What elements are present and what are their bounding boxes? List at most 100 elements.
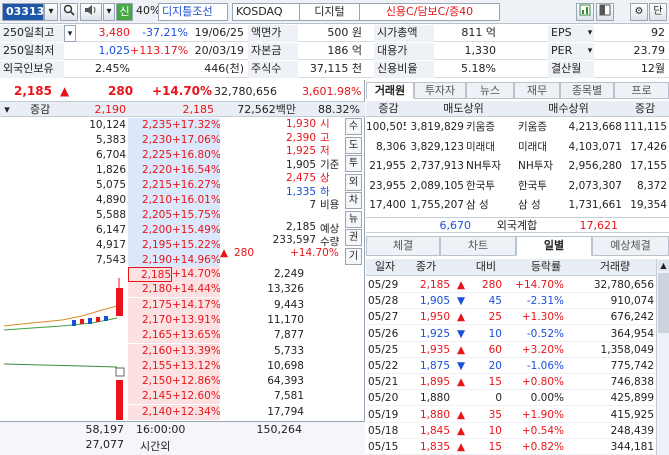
daily-row[interactable]: 05/19 1,880 ▲ 35 +1.90% 415,925 bbox=[366, 407, 656, 423]
code-dropdown-icon[interactable]: ▾ bbox=[44, 3, 58, 21]
daily-rate: +1.30% bbox=[521, 311, 564, 324]
ask-price[interactable]: 2,235 bbox=[128, 118, 172, 133]
lower-tab-4[interactable]: 예상체결 bbox=[592, 236, 669, 256]
gear-icon[interactable]: ⚙ bbox=[630, 3, 648, 21]
bid-price[interactable]: 2,155 bbox=[128, 358, 172, 374]
side-tab[interactable]: 외 bbox=[345, 173, 362, 191]
bid-qty: 13,326 bbox=[267, 283, 304, 296]
bid-qty: 10,698 bbox=[267, 359, 304, 372]
daily-row[interactable]: 05/28 1,905 ▼ 45 -2.31% 910,074 bbox=[366, 293, 656, 310]
bid-price[interactable]: 2,170 bbox=[128, 312, 172, 328]
side-tab[interactable]: 뉴 bbox=[345, 210, 362, 228]
broker-buy-name[interactable]: NH투자 bbox=[518, 157, 564, 175]
bid-price[interactable]: 2,185 bbox=[128, 267, 172, 282]
scroll-up-icon[interactable]: ▲ bbox=[658, 260, 669, 271]
broker-header-top-sell: 매도상위 bbox=[411, 101, 516, 117]
lower-tab-1[interactable]: 체결 bbox=[366, 236, 440, 256]
broker-sell-name[interactable]: 한국투 bbox=[466, 177, 516, 195]
daily-row[interactable]: 05/21 1,895 ▲ 15 +0.80% 746,838 bbox=[366, 374, 656, 391]
side-tab[interactable]: 수 bbox=[345, 118, 362, 135]
daily-row[interactable]: 05/29 2,185 ▲ 280 +14.70% 32,780,656 bbox=[366, 277, 656, 293]
daily-rate: +1.90% bbox=[521, 408, 564, 421]
foreign-total-label: 외국계합 bbox=[496, 219, 538, 232]
daily-scrollbar[interactable]: ▲ bbox=[656, 259, 669, 455]
chart-toggle-icon[interactable] bbox=[576, 3, 594, 21]
lower-tab-3[interactable]: 일별 bbox=[516, 236, 592, 256]
ask-qty: 5,075 bbox=[95, 179, 126, 191]
info-dropdown-icon[interactable]: ▾ bbox=[585, 43, 595, 60]
daily-row[interactable]: 05/15 1,835 ▲ 15 +0.82% 344,181 bbox=[366, 439, 656, 455]
broker-buy-change: 17,426 bbox=[630, 140, 667, 153]
search-icon[interactable] bbox=[60, 3, 78, 21]
daily-row[interactable]: 05/26 1,925 ▼ 10 -0.52% 364,954 bbox=[366, 326, 656, 342]
daily-row[interactable]: 05/22 1,875 ▼ 20 -1.06% 775,742 bbox=[366, 358, 656, 374]
broker-sell-name[interactable]: NH투자 bbox=[466, 157, 516, 175]
tab-1[interactable]: 거래원 bbox=[366, 82, 414, 99]
total-volume: 32,780,656 bbox=[214, 85, 277, 98]
bid-price[interactable]: 2,160 bbox=[128, 343, 172, 359]
bid-price[interactable]: 2,145 bbox=[128, 389, 172, 405]
period-dropdown-icon[interactable]: ▾ bbox=[64, 25, 76, 42]
header-ratio: 88.32% bbox=[318, 103, 360, 116]
tab-5[interactable]: 종목별 bbox=[560, 82, 614, 99]
broker-buy-change: 8,372 bbox=[636, 179, 667, 192]
speaker-icon[interactable] bbox=[80, 3, 102, 21]
daily-row[interactable]: 05/27 1,950 ▲ 25 +1.30% 676,242 bbox=[366, 309, 656, 326]
side-tab[interactable]: 도 bbox=[345, 136, 362, 154]
daily-rate: +14.70% bbox=[515, 279, 564, 291]
bid-price[interactable]: 2,150 bbox=[128, 374, 172, 390]
toolbar: 033130 ▾ ▾ 신 40% 디지틀조선 KOSDAQ 디지털 신용C/담보… bbox=[0, 0, 669, 24]
side-tab[interactable]: 차 bbox=[345, 192, 362, 209]
daily-row[interactable]: 05/18 1,845 ▲ 10 +0.54% 248,439 bbox=[366, 423, 656, 439]
bid-price[interactable]: 2,165 bbox=[128, 328, 172, 344]
ask-qty: 1,826 bbox=[95, 164, 126, 176]
info-dropdown-icon[interactable]: ▾ bbox=[585, 25, 595, 42]
tab-6[interactable]: 프로 bbox=[614, 82, 669, 99]
daily-rate: 0.00% bbox=[530, 392, 564, 405]
broker-buy-name[interactable]: 삼 성 bbox=[518, 196, 564, 214]
daily-row[interactable]: 05/20 1,880 0 0.00% 425,899 bbox=[366, 390, 656, 407]
daily-change: 45 bbox=[488, 295, 502, 308]
tab-3[interactable]: 뉴스 bbox=[466, 82, 514, 99]
side-tab[interactable]: 권 bbox=[345, 229, 362, 246]
bid-price[interactable]: 2,180 bbox=[128, 282, 172, 298]
ohlc-label: 고 bbox=[320, 131, 330, 144]
broker-sell-name[interactable]: 삼 성 bbox=[466, 196, 516, 214]
stock-code-input[interactable]: 033130 bbox=[2, 3, 44, 21]
daily-row[interactable]: 05/25 1,935 ▲ 60 +3.20% 1,358,049 bbox=[366, 342, 656, 358]
collapse-icon[interactable]: ▾ bbox=[0, 102, 14, 117]
broker-buy-name[interactable]: 키움증 bbox=[518, 118, 564, 136]
ask-price[interactable]: 2,200 bbox=[128, 223, 172, 238]
broker-sell-name[interactable]: 키움증 bbox=[466, 118, 516, 136]
scroll-thumb[interactable] bbox=[658, 273, 669, 333]
broker-buy-name[interactable]: 한국투 bbox=[518, 177, 564, 195]
ohlc-label: 시 bbox=[320, 118, 330, 130]
ask-price[interactable]: 2,230 bbox=[128, 133, 172, 148]
ohlc-row: 1,930 시 bbox=[220, 118, 342, 130]
info-label: 외국인보유 bbox=[0, 61, 64, 78]
ask-price[interactable]: 2,190 bbox=[128, 253, 172, 268]
ask-price[interactable]: 2,205 bbox=[128, 208, 172, 223]
menu-button[interactable]: 단 bbox=[649, 3, 667, 21]
speaker-dropdown-icon[interactable]: ▾ bbox=[103, 3, 115, 21]
window-icon[interactable] bbox=[596, 3, 614, 21]
bid-price[interactable]: 2,175 bbox=[128, 297, 172, 313]
ask-price[interactable]: 2,215 bbox=[128, 178, 172, 193]
info-label: 신용비율 bbox=[374, 61, 434, 78]
ask-price[interactable]: 2,225 bbox=[128, 148, 172, 163]
ask-price[interactable]: 2,220 bbox=[128, 163, 172, 178]
info-row: 외국인보유 2.45% 446(천) 주식수 37,115 천 신용비율 5.18% 결산월 1… bbox=[0, 61, 669, 78]
broker-list: 100,505 3,819,829 키움증 키움증 4,213,668 111,115 8,… bbox=[366, 118, 669, 218]
lower-tab-2[interactable]: 차트 bbox=[440, 236, 516, 256]
side-tab[interactable]: 기 bbox=[345, 247, 362, 265]
side-tab[interactable]: 투 bbox=[345, 155, 362, 172]
ask-pct: +16.54% bbox=[172, 163, 220, 178]
bid-price[interactable]: 2,140 bbox=[128, 404, 172, 420]
tab-2[interactable]: 투자자 bbox=[414, 82, 466, 99]
ask-price[interactable]: 2,195 bbox=[128, 238, 172, 253]
broker-sell-name[interactable]: 미래대 bbox=[466, 138, 516, 156]
info-label: 자본금 bbox=[248, 43, 298, 60]
broker-buy-name[interactable]: 미래대 bbox=[518, 138, 564, 156]
ask-price[interactable]: 2,210 bbox=[128, 193, 172, 208]
tab-4[interactable]: 재무 bbox=[514, 82, 560, 99]
